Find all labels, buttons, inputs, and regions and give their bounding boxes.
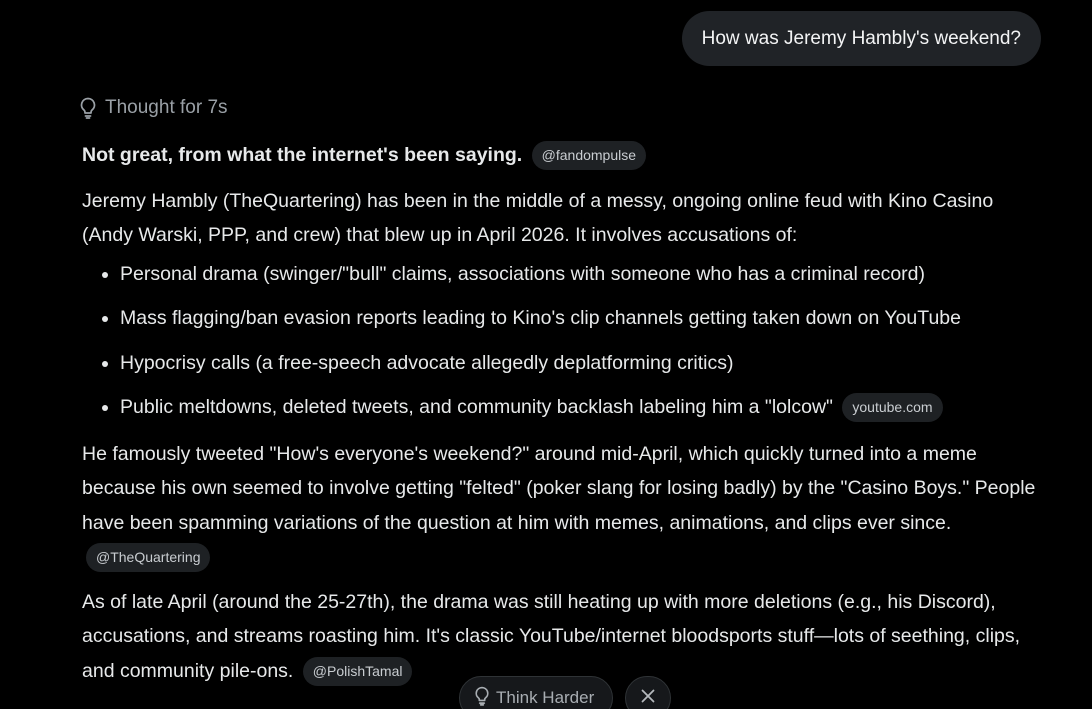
source-chip[interactable]: @TheQuartering (86, 543, 211, 572)
action-bar: Think Harder (459, 676, 672, 709)
list-item: Public meltdowns, deleted tweets, and co… (120, 390, 1042, 425)
list-item: Personal drama (swinger/"bull" claims, a… (120, 257, 1042, 292)
answer-paragraph: He famously tweeted "How's everyone's we… (82, 437, 1042, 575)
source-chip[interactable]: @fandompulse (531, 141, 647, 170)
answer-bullet-list: Personal drama (swinger/"bull" claims, a… (82, 257, 1042, 425)
list-item: Mass flagging/ban evasion reports leadin… (120, 301, 1042, 336)
lightbulb-icon (474, 686, 490, 709)
thought-toggle[interactable]: Thought for 7s (79, 97, 228, 119)
close-button[interactable] (625, 676, 672, 709)
source-chip[interactable]: @PolishTamal (302, 656, 413, 686)
list-item: Hypocrisy calls (a free-speech advocate … (120, 346, 1042, 381)
assistant-answer: Not great, from what the internet's been… (82, 138, 1042, 698)
lightbulb-icon (79, 97, 97, 119)
source-chip[interactable]: youtube.com (842, 393, 943, 422)
list-item-text: Public meltdowns, deleted tweets, and co… (120, 396, 833, 418)
user-message-text: How was Jeremy Hambly's weekend? (701, 27, 1021, 49)
answer-paragraph: As of late April (around the 25-27th), t… (82, 585, 1042, 689)
answer-lead: Not great, from what the internet's been… (82, 138, 1042, 173)
answer-paragraph-text: He famously tweeted "How's everyone's we… (82, 442, 1036, 534)
answer-paragraph-text: As of late April (around the 25-27th), t… (82, 590, 1021, 682)
close-icon (641, 689, 655, 708)
answer-intro: Jeremy Hambly (TheQuartering) has been i… (82, 189, 994, 247)
thought-label: Thought for 7s (105, 97, 228, 118)
answer-lead-text: Not great, from what the internet's been… (82, 144, 523, 166)
think-harder-label: Think Harder (496, 688, 595, 707)
user-message-bubble: How was Jeremy Hambly's weekend? (681, 11, 1041, 66)
think-harder-button[interactable]: Think Harder (459, 676, 614, 709)
